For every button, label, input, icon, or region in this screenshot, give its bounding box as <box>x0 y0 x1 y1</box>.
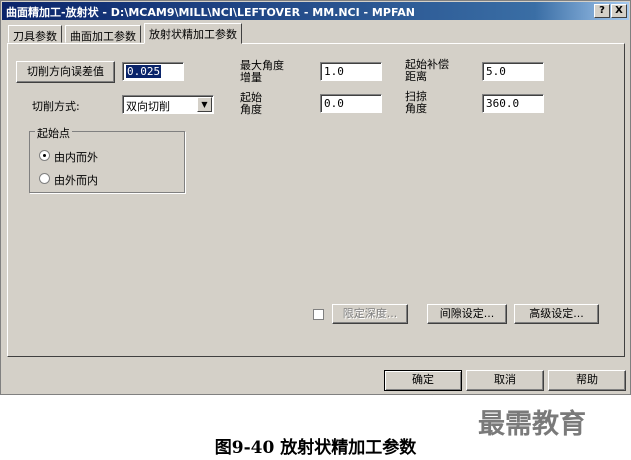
cut-tolerance-button[interactable]: 切削方向误差值 <box>16 61 115 83</box>
window-title: 曲面精加工-放射状 - D:\MCAM9\MILL\NCI\LEFTOVER -… <box>6 6 415 19</box>
start-angle-label: 起始 角度 <box>240 92 262 116</box>
cut-method-select[interactable]: 双向切削 ▼ <box>122 95 214 114</box>
advanced-settings-button[interactable]: 高级设定... <box>514 304 599 324</box>
inside-out-label[interactable]: 由内而外 <box>54 149 98 165</box>
figure-caption: 图9-40 放射状精加工参数 <box>214 438 417 458</box>
chevron-down-icon[interactable]: ▼ <box>197 97 212 112</box>
start-angle-field[interactable]: 0.0 <box>320 94 382 113</box>
cut-tolerance-field[interactable]: 0.025 <box>122 62 184 81</box>
limit-depth-button[interactable]: 限定深度... <box>332 304 408 324</box>
start-comp-dist-label-line2: 距离 <box>405 70 427 83</box>
tab-radial-finish-params[interactable]: 放射状精加工参数 <box>144 23 242 44</box>
cut-tolerance-value: 0.025 <box>126 65 162 78</box>
help-button[interactable]: 帮助 <box>548 370 626 391</box>
radio-outside-in[interactable] <box>39 173 50 184</box>
max-angle-inc-label: 最大角度 增量 <box>240 60 284 84</box>
start-point-title: 起始点 <box>35 125 72 141</box>
cancel-button[interactable]: 取消 <box>466 370 544 391</box>
ok-button[interactable]: 确定 <box>384 370 462 391</box>
start-comp-dist-label: 起始补偿 距离 <box>405 59 449 83</box>
sweep-angle-label-line2: 角度 <box>405 102 427 115</box>
start-comp-dist-field[interactable]: 5.0 <box>482 62 544 81</box>
cut-method-label: 切削方式: <box>32 100 80 113</box>
close-icon[interactable]: X <box>611 4 627 18</box>
tab-tool-params[interactable]: 刀具参数 <box>8 25 62 43</box>
dialog-window: 曲面精加工-放射状 - D:\MCAM9\MILL\NCI\LEFTOVER -… <box>0 0 631 395</box>
gap-settings-button[interactable]: 间隙设定... <box>427 304 507 324</box>
start-angle-label-line2: 角度 <box>240 103 262 116</box>
sweep-angle-field[interactable]: 360.0 <box>482 94 544 113</box>
max-angle-inc-field[interactable]: 1.0 <box>320 62 382 81</box>
max-angle-inc-label-line2: 增量 <box>240 71 262 84</box>
help-icon[interactable]: ? <box>594 4 610 18</box>
sweep-angle-label: 扫掠 角度 <box>405 91 427 115</box>
radio-inside-out[interactable] <box>39 150 50 161</box>
tab-surface-params[interactable]: 曲面加工参数 <box>65 25 141 43</box>
radio-selected-dot <box>43 154 46 157</box>
limit-depth-checkbox[interactable] <box>313 309 324 320</box>
cut-method-value: 双向切削 <box>126 100 170 113</box>
title-bar[interactable]: 曲面精加工-放射状 - D:\MCAM9\MILL\NCI\LEFTOVER -… <box>2 2 629 20</box>
outside-in-label[interactable]: 由外而内 <box>54 172 98 188</box>
